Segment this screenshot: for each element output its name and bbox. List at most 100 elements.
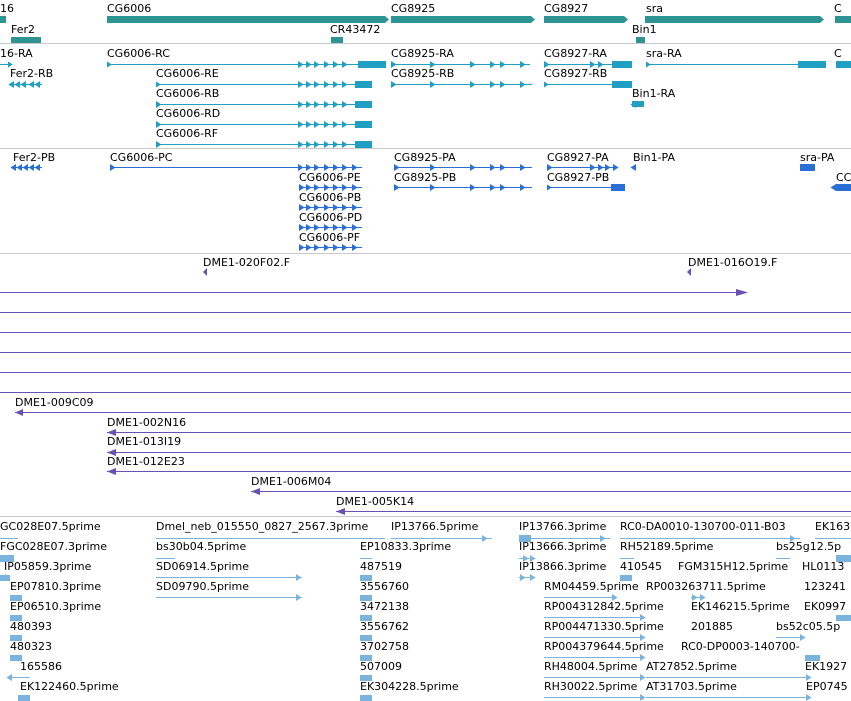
est-label[interactable]: EK0997 [804, 600, 846, 613]
est-label[interactable]: RP004471330.5prime [544, 620, 664, 633]
protein-label[interactable]: CC [836, 171, 851, 184]
protein-label[interactable]: CG6006-PF [299, 231, 360, 244]
est-label[interactable]: EK1927 [805, 660, 847, 673]
transcript-exon[interactable] [358, 61, 386, 68]
est-label[interactable]: RC0-DP0003-140700- [681, 640, 800, 653]
est-label[interactable]: FGM315H12.5prime [678, 560, 788, 573]
protein-label[interactable]: CG8925-PA [394, 151, 456, 164]
est-label[interactable]: 123241 [804, 580, 846, 593]
est-label[interactable]: 480393 [10, 620, 52, 633]
clone-label[interactable]: DME1-006M04 [251, 475, 331, 488]
est-label[interactable]: IP13766.3prime [519, 520, 607, 533]
protein-label[interactable]: CG6006-PC [110, 151, 173, 164]
transcript-label[interactable]: CG8925-RB [391, 67, 454, 80]
clone-label[interactable]: DME1-016O19.F [688, 256, 777, 269]
est-label[interactable]: Dmel_neb_015550_0827_2567.3prime [156, 520, 368, 533]
transcript-exon[interactable] [355, 101, 372, 108]
transcript-exon[interactable] [612, 81, 632, 88]
gene-label[interactable]: sra [646, 2, 663, 15]
gene-label[interactable]: CR43472 [330, 23, 380, 36]
est-label[interactable]: EP06510.3prime [10, 600, 101, 613]
est-label[interactable]: RP004379644.5prime [544, 640, 664, 653]
transcript-label[interactable]: CG6006-RB [156, 87, 219, 100]
transcript-exon[interactable] [355, 81, 372, 88]
gene-label[interactable]: 16 [0, 2, 14, 15]
est-label[interactable]: IP13766.5prime [391, 520, 479, 533]
transcript-label[interactable]: CG6006-RE [156, 67, 219, 80]
gene-label[interactable]: CG6006 [107, 2, 151, 15]
transcript-exon[interactable] [355, 141, 372, 148]
transcript-label[interactable]: Fer2-RB [10, 67, 53, 80]
gene-bar[interactable] [544, 16, 624, 23]
gene-label[interactable]: Fer2 [11, 23, 35, 36]
est-label[interactable]: EP07810.3prime [10, 580, 101, 593]
gene-bar[interactable] [0, 16, 6, 23]
clone-label[interactable]: DME1-020F02.F [203, 256, 290, 269]
protein-exon[interactable] [611, 184, 625, 191]
transcript-exon[interactable] [355, 121, 372, 128]
gene-label[interactable]: CG8925 [391, 2, 435, 15]
est-label[interactable]: RP003263711.5prime [646, 580, 766, 593]
clone-label[interactable]: DME1-005K14 [336, 495, 414, 508]
gene-label[interactable]: C [834, 2, 842, 15]
est-label[interactable]: bs30b04.5prime [156, 540, 246, 553]
transcript-exon[interactable] [798, 61, 826, 68]
est-label[interactable]: GC028E07.5prime [0, 520, 101, 533]
transcript-label[interactable]: CG6006-RC [107, 47, 170, 60]
est-label[interactable]: EK146215.5prime [691, 600, 790, 613]
protein-exon[interactable] [836, 184, 851, 191]
est-label[interactable]: IP13666.3prime [519, 540, 607, 553]
protein-exon[interactable] [800, 164, 815, 171]
protein-label[interactable]: Fer2-PB [13, 151, 55, 164]
clone-label[interactable]: DME1-012E23 [107, 455, 185, 468]
protein-label[interactable]: CG8927-PB [547, 171, 609, 184]
clone-label[interactable]: DME1-009C09 [15, 396, 94, 409]
est-label[interactable]: RM04459.5prime [544, 580, 639, 593]
est-label[interactable]: IP05859.3prime [4, 560, 92, 573]
clone-label[interactable]: DME1-002N16 [107, 416, 186, 429]
est-label[interactable]: RH52189.5prime [620, 540, 714, 553]
protein-label[interactable]: CG6006-PE [299, 171, 361, 184]
est-label[interactable]: AT27852.5prime [646, 660, 737, 673]
clone-label[interactable]: DME1-013I19 [107, 435, 181, 448]
est-label[interactable]: RH30022.5prime [544, 680, 638, 693]
est-label[interactable]: bs25g12.5p [776, 540, 841, 553]
transcript-label[interactable]: C [834, 47, 842, 60]
transcript-label[interactable]: CG6006-RD [156, 107, 220, 120]
transcript-label[interactable]: sra-RA [646, 47, 682, 60]
protein-label[interactable]: CG8927-PA [547, 151, 609, 164]
gene-bar[interactable] [636, 37, 645, 43]
gene-bar[interactable] [11, 37, 41, 43]
genome-browser-canvas[interactable]: 16 CG6006 CG8925 CG8927 sra C Fer2 CR434… [0, 0, 851, 701]
gene-bar[interactable] [835, 16, 851, 23]
transcript-label[interactable]: CG8927-RB [544, 67, 607, 80]
gene-label[interactable]: CG8927 [544, 2, 588, 15]
transcript-exon[interactable] [836, 61, 851, 68]
protein-label[interactable]: CG6006-PB [299, 191, 361, 204]
gene-bar[interactable] [391, 16, 531, 23]
protein-label[interactable]: CG8925-PB [394, 171, 456, 184]
est-label[interactable]: FGC028E07.3prime [0, 540, 107, 553]
transcript-label[interactable]: 16-RA [0, 47, 33, 60]
transcript-label[interactable]: CG6006-RF [156, 127, 218, 140]
est-label[interactable]: 3472138 [360, 600, 409, 613]
transcript-label[interactable]: CG8927-RA [544, 47, 607, 60]
protein-label[interactable]: CG6006-PD [299, 211, 362, 224]
est-label[interactable]: SD09790.5prime [156, 580, 249, 593]
est-label[interactable]: EK163 [815, 520, 850, 533]
est-label[interactable]: RP004312842.5prime [544, 600, 664, 613]
est-label[interactable]: EK122460.5prime [20, 680, 119, 693]
est-label[interactable]: 480323 [10, 640, 52, 653]
est-label[interactable]: 201885 [691, 620, 733, 633]
est-label[interactable]: 487519 [360, 560, 402, 573]
est-label[interactable]: bs52c05.5p [776, 620, 840, 633]
est-label[interactable]: SD06914.5prime [156, 560, 249, 573]
est-label[interactable]: 3556762 [360, 620, 409, 633]
est-label[interactable]: 507009 [360, 660, 402, 673]
gene-bar[interactable] [107, 16, 385, 23]
est-label[interactable]: 165586 [20, 660, 62, 673]
gene-bar[interactable] [331, 37, 343, 43]
est-label[interactable]: AT31703.5prime [646, 680, 737, 693]
protein-label[interactable]: Bin1-PA [633, 151, 675, 164]
est-label[interactable]: RC0-DA0010-130700-011-B03 [620, 520, 786, 533]
